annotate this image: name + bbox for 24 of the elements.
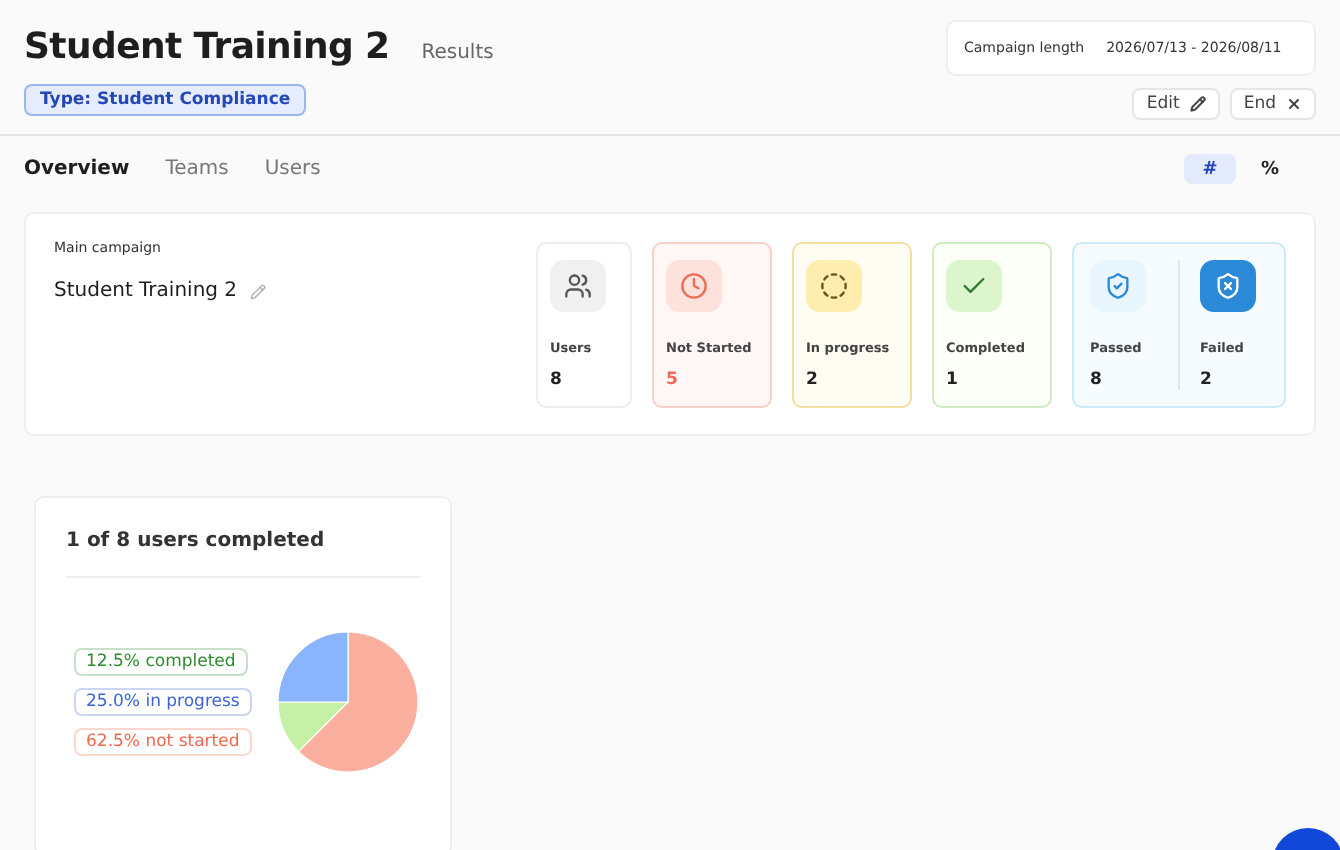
campaign-name: Student Training 2 (54, 280, 238, 302)
tab[interactable]: Overview (24, 158, 130, 180)
stat-value: 8 (1090, 370, 1104, 390)
legend-tag: 62.5% not started (74, 728, 252, 756)
page-title: Student Training 2 (24, 26, 390, 68)
stat-value: 2 (806, 370, 820, 390)
legend-tag: 12.5% completed (74, 648, 248, 676)
stat-value: 2 (1200, 370, 1214, 390)
tab[interactable]: Users (264, 158, 321, 180)
close-icon (1286, 96, 1302, 112)
page-subtitle: Results (421, 42, 494, 64)
completion-title: 1 of 8 users completed (66, 530, 420, 578)
tab[interactable]: Teams (165, 158, 229, 180)
display-toggle-option[interactable]: # (1184, 154, 1236, 184)
stat-value: 5 (666, 370, 680, 390)
type-badge: Type: Student Compliance (24, 84, 307, 116)
users-icon (550, 260, 606, 312)
pencil-icon (1189, 96, 1206, 112)
stat-value: 8 (550, 370, 564, 390)
display-toggle-option[interactable]: % (1244, 154, 1296, 184)
legend-tag: 25.0% in progress (74, 688, 252, 716)
stat-value: 1 (946, 370, 960, 390)
edit-button[interactable]: Edit (1132, 88, 1220, 120)
end-button[interactable]: End (1229, 88, 1316, 120)
